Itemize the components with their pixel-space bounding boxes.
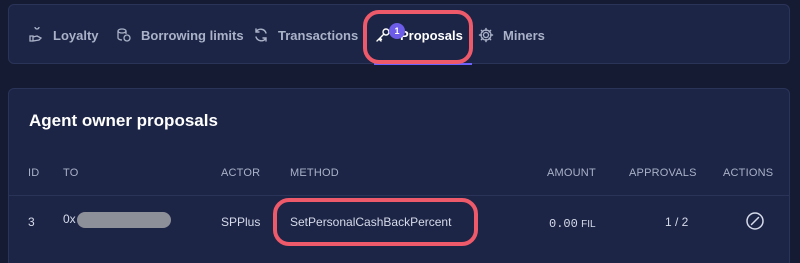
cell-id: 3 bbox=[28, 215, 35, 229]
loyalty-icon bbox=[27, 26, 45, 44]
tab-label: Loyalty bbox=[53, 27, 99, 43]
column-header-actor: ACTOR bbox=[221, 167, 261, 179]
column-header-to: TO bbox=[63, 167, 79, 179]
notification-badge: 1 bbox=[389, 23, 405, 39]
tab-bar: Loyalty Borrowing limits Transactions Pr… bbox=[8, 4, 790, 65]
cell-method: SetPersonalCashBackPercent bbox=[290, 215, 452, 229]
redacted-address bbox=[76, 212, 171, 228]
tab-label: Miners bbox=[503, 27, 545, 43]
tab-label: Transactions bbox=[278, 27, 359, 43]
gear-icon bbox=[477, 26, 495, 44]
tab-label: Proposals bbox=[400, 27, 463, 43]
refresh-icon bbox=[252, 26, 270, 44]
column-header-actions: ACTIONS bbox=[723, 167, 774, 179]
column-header-id: ID bbox=[28, 167, 40, 179]
amount-value: 0.00 bbox=[549, 217, 578, 231]
tab-loyalty[interactable]: Loyalty bbox=[27, 5, 99, 65]
cancel-icon bbox=[746, 212, 764, 230]
tab-proposals[interactable]: Proposals bbox=[374, 5, 463, 65]
header-divider bbox=[9, 195, 789, 196]
column-header-method: METHOD bbox=[290, 167, 339, 179]
active-tab-indicator bbox=[374, 63, 472, 65]
amount-unit: FIL bbox=[581, 219, 596, 230]
proposals-panel: Agent owner proposals ID TO ACTOR METHOD… bbox=[8, 88, 790, 263]
column-header-amount: AMOUNT bbox=[547, 167, 596, 179]
cell-actor: SPPlus bbox=[221, 215, 261, 229]
column-header-approvals: APPROVALS bbox=[629, 167, 697, 179]
tab-transactions[interactable]: Transactions bbox=[252, 5, 358, 65]
cell-to: 0x bbox=[63, 212, 171, 228]
panel-title: Agent owner proposals bbox=[29, 111, 218, 130]
tab-borrowing-limits[interactable]: Borrowing limits bbox=[115, 5, 244, 65]
tab-miners[interactable]: Miners bbox=[477, 5, 545, 65]
cell-amount: 0.00 FIL bbox=[549, 216, 596, 231]
cell-approvals: 1 / 2 bbox=[665, 215, 689, 229]
tab-label: Borrowing limits bbox=[141, 27, 244, 43]
address-prefix: 0x bbox=[63, 212, 76, 227]
cancel-proposal-button[interactable] bbox=[744, 210, 766, 232]
coins-icon bbox=[115, 26, 133, 44]
